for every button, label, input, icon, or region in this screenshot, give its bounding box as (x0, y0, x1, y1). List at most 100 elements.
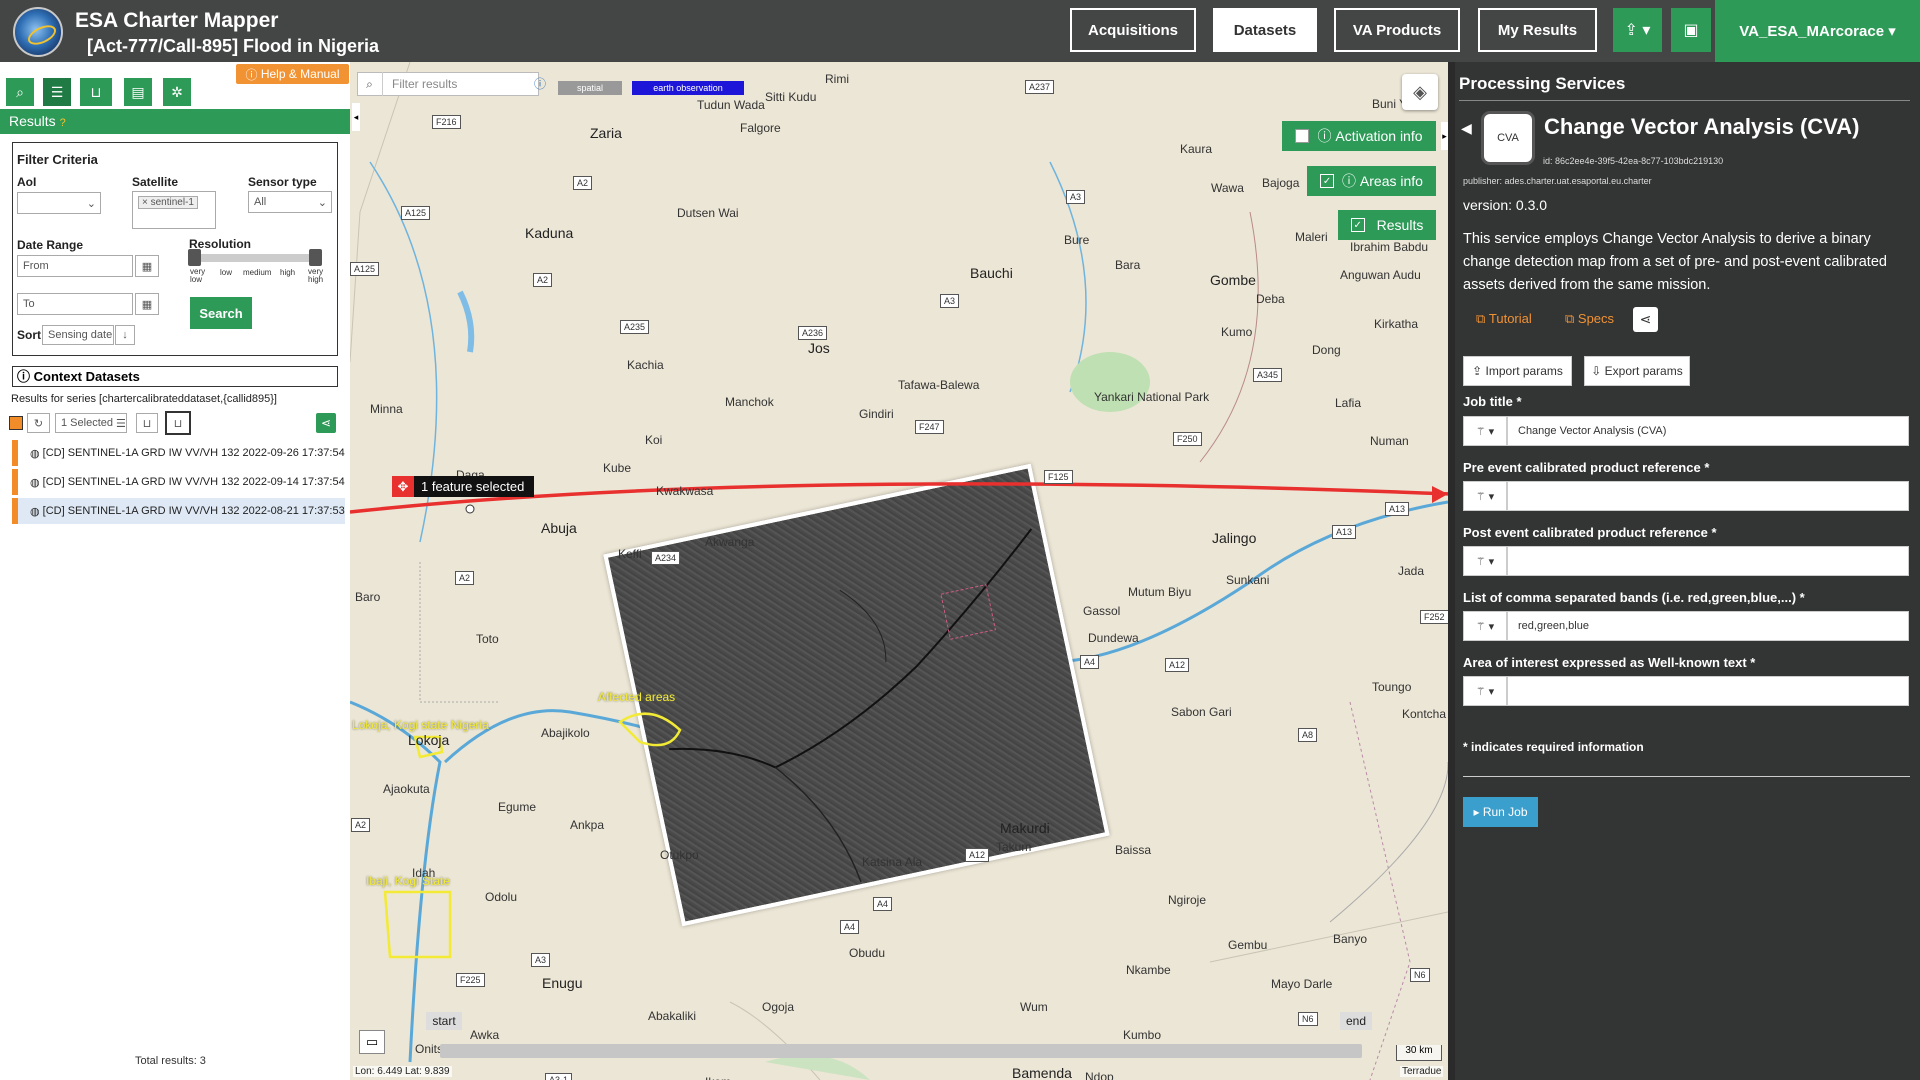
archive-tool-button[interactable]: ▤ (124, 78, 152, 106)
settings-tool-button[interactable]: ✲ (163, 78, 191, 106)
activation-checkbox[interactable] (1295, 129, 1310, 143)
map-town-label: Obudu (849, 946, 886, 960)
timeline-end-handle[interactable]: end (1340, 1012, 1372, 1030)
info-icon[interactable]: ⓘ (534, 75, 546, 92)
resolution-slider-track[interactable] (192, 254, 320, 262)
map-town-label: Maleri (1295, 230, 1328, 244)
basket-tool-button[interactable]: ⊔ (80, 78, 112, 106)
nav-acquisitions[interactable]: Acquisitions (1070, 8, 1196, 52)
map-filter-input[interactable]: Filter results (357, 72, 539, 96)
magic-wand-icon[interactable]: ⚚ ▾ (1463, 676, 1507, 706)
timeline-start-handle[interactable]: start (426, 1012, 462, 1030)
dataset-row-label: [CD] SENTINEL-1A GRD IW VV/VH 132 2022-0… (42, 447, 345, 459)
calendar-icon[interactable]: ▦ (135, 255, 159, 277)
back-icon[interactable]: ◀ (1461, 120, 1472, 137)
feature-selected-badge[interactable]: ✥ 1 feature selected (392, 476, 534, 497)
map-town-label: Otukpo (660, 848, 699, 862)
feature-selected-label: 1 feature selected (421, 479, 525, 494)
satellite-chip[interactable]: × sentinel-1 (138, 196, 198, 209)
satellite-select[interactable]: × sentinel-1 (132, 191, 216, 229)
timeline-slider[interactable] (440, 1044, 1362, 1058)
magic-wand-icon[interactable]: ⚚ ▾ (1463, 611, 1507, 641)
basket-plus-icon[interactable]: ⊔ (165, 411, 191, 435)
map-road-label: A3 (531, 953, 551, 967)
magic-wand-icon[interactable]: ⚚ ▾ (1463, 546, 1507, 576)
gear-icon: ✲ (171, 83, 183, 100)
collapse-right-icon[interactable]: ▸ (1441, 122, 1448, 150)
activation-info-button[interactable]: ⓘ Activation info (1282, 121, 1436, 151)
nav-va-products[interactable]: VA Products (1334, 8, 1460, 52)
selected-dropdown[interactable]: 1 Selected ☰ (55, 413, 127, 433)
map-town-label: Kirkatha (1374, 317, 1419, 331)
search-tool-button[interactable]: ⌕ (6, 78, 34, 106)
run-job-button[interactable]: ▸ Run Job (1463, 797, 1538, 827)
map-road-label: A345 (1253, 368, 1283, 382)
add-to-basket-icon[interactable]: ⊔ (136, 413, 158, 433)
import-params-button[interactable]: ⇪ Import params (1463, 356, 1572, 386)
map-town-label: Dutsen Wai (677, 206, 739, 220)
areas-info-button[interactable]: ✓ ⓘ Areas info (1307, 166, 1436, 196)
bookmark-icon[interactable]: ▭ (359, 1030, 385, 1054)
map-town-label: Wum (1020, 1000, 1048, 1014)
calendar-icon[interactable]: ▦ (135, 293, 159, 315)
select-all-checkbox[interactable] (9, 416, 23, 430)
sensor-type-select[interactable]: All ⌄ (248, 191, 332, 213)
map-road-label: A2 (455, 571, 475, 585)
share-icon[interactable]: ⋖ (1633, 307, 1658, 332)
pre-event-input[interactable] (1507, 481, 1909, 511)
map-road-label: F125 (1044, 470, 1073, 484)
sort-select[interactable]: Sensing date (42, 325, 114, 345)
context-datasets-header[interactable]: ⓘ Context Datasets (12, 366, 338, 387)
earth-observation-tag[interactable]: earth observation (632, 81, 744, 95)
resolution-slider-handle-max[interactable] (309, 249, 322, 266)
bands-input[interactable]: red,green,blue (1507, 611, 1909, 641)
layers-icon[interactable]: ◈ (1402, 74, 1438, 110)
results-overlay-button[interactable]: ✓ Results (1338, 210, 1436, 240)
map-canvas[interactable] (350, 62, 1448, 1080)
sensor-type-label: Sensor type (248, 175, 317, 189)
user-menu[interactable]: VA_ESA_MArcorace ▾ (1715, 0, 1920, 62)
help-manual-button[interactable]: ⓘ Help & Manual (236, 64, 349, 84)
nav-datasets[interactable]: Datasets (1213, 8, 1317, 52)
post-event-input[interactable] (1507, 546, 1909, 576)
sort-direction-icon[interactable]: ↓ (115, 325, 135, 345)
dataset-row[interactable]: ◍ [CD] SENTINEL-1A GRD IW VV/VH 132 2022… (12, 469, 345, 495)
collapse-left-icon[interactable]: ◂ (352, 103, 360, 131)
form-divider (1463, 776, 1910, 777)
map-town-label: Dundewa (1088, 631, 1139, 645)
caret-down-icon: ▾ (1884, 23, 1896, 40)
date-from-input[interactable]: From (17, 255, 133, 277)
briefcase-button[interactable]: ▣ (1671, 8, 1711, 52)
resolution-slider-handle-min[interactable] (188, 249, 201, 266)
magic-wand-icon[interactable]: ⚚ ▾ (1463, 481, 1507, 511)
spatial-tag[interactable]: spatial (558, 81, 622, 95)
search-icon[interactable]: ⌕ (357, 72, 383, 96)
aoi-select[interactable]: ⌄ (17, 192, 101, 214)
dataset-row[interactable]: ◍ [CD] SENTINEL-1A GRD IW VV/VH 132 2022… (12, 440, 345, 466)
map-road-label: F247 (915, 420, 944, 434)
globe-icon: ◍ (30, 505, 43, 518)
dataset-row-selected[interactable]: ◍ [CD] SENTINEL-1A GRD IW VV/VH 132 2022… (12, 498, 345, 524)
map-road-label: A13 (1385, 502, 1410, 516)
service-name: Change Vector Analysis (CVA) (1544, 114, 1860, 139)
tutorial-link[interactable]: ⧉ Tutorial (1476, 311, 1532, 327)
magic-wand-icon[interactable]: ⚚ ▾ (1463, 416, 1507, 446)
list-tool-button[interactable]: ☰ (43, 78, 71, 106)
check-icon[interactable]: ✓ (1350, 218, 1365, 232)
upload-menu-button[interactable]: ⇪ ▾ (1613, 8, 1662, 52)
share-icon[interactable]: ⋖ (316, 413, 336, 433)
refresh-icon[interactable]: ↻ (27, 413, 50, 433)
map-town-label: Kaura (1180, 142, 1213, 156)
esa-charter-logo-icon[interactable] (13, 7, 63, 57)
export-params-button[interactable]: ⇩ Export params (1584, 356, 1690, 386)
nav-my-results[interactable]: My Results (1478, 8, 1597, 52)
affected-areas-label: Affected areas (598, 690, 676, 704)
aoi-wkt-input[interactable] (1507, 676, 1909, 706)
date-to-input[interactable]: To (17, 293, 133, 315)
search-button[interactable]: Search (190, 297, 252, 329)
help-icon[interactable]: ? (60, 117, 66, 129)
check-icon[interactable]: ✓ (1320, 174, 1335, 188)
map-town-label: Kube (603, 461, 632, 475)
job-title-input[interactable]: Change Vector Analysis (CVA) (1507, 416, 1909, 446)
specs-link[interactable]: ⧉ Specs (1565, 311, 1614, 327)
